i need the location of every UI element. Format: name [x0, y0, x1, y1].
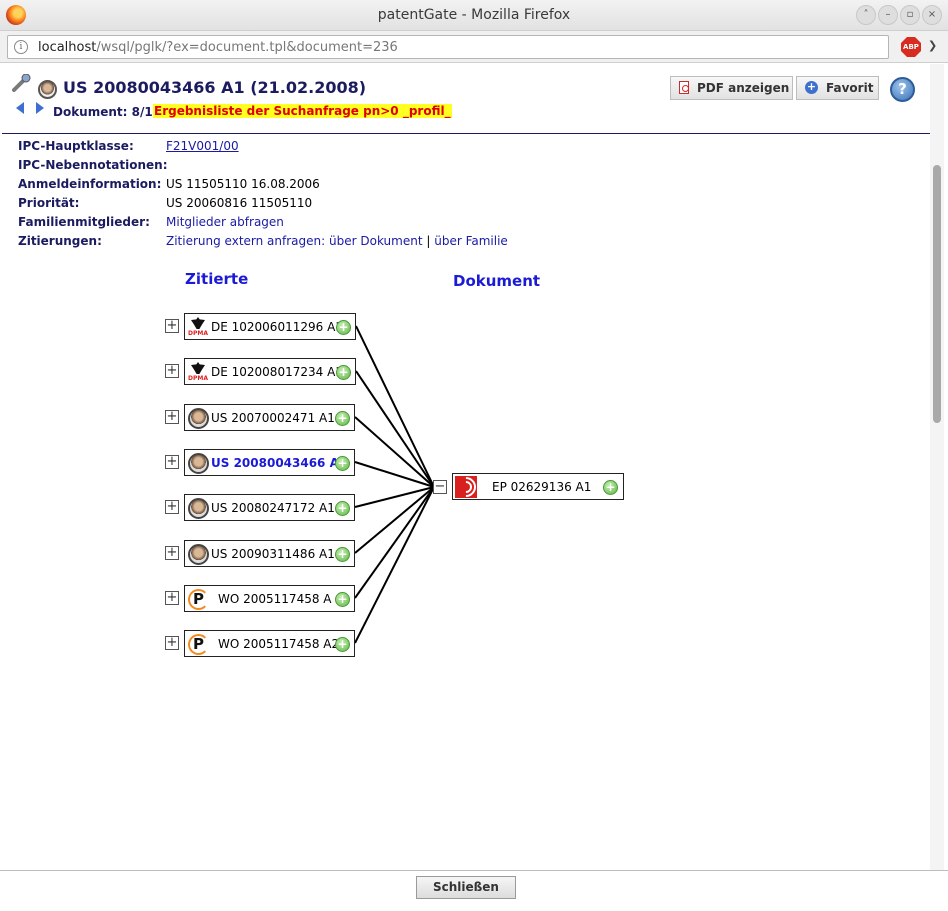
cited-document-node[interactable]: US 20080247172 A1 + — [184, 494, 355, 521]
close-button[interactable]: Schließen — [416, 876, 516, 899]
dpma-icon: DPMA — [188, 317, 208, 337]
cited-document-label: US 20080247172 A1 — [211, 501, 335, 515]
add-icon[interactable]: + — [603, 480, 618, 495]
expand-icon[interactable]: + — [165, 410, 179, 424]
uspto-seal-icon — [188, 544, 209, 565]
expand-icon[interactable]: + — [165, 364, 179, 378]
uspto-seal-icon — [188, 408, 209, 429]
add-icon[interactable]: + — [335, 547, 350, 562]
collapse-icon[interactable]: − — [433, 480, 447, 494]
add-icon[interactable]: + — [336, 320, 351, 335]
wipo-icon: P — [188, 589, 209, 610]
cited-document-node[interactable]: US 20090311486 A1 + — [184, 540, 355, 567]
cited-document-label: US 20080043466 A1 — [211, 456, 348, 470]
citation-edge — [354, 486, 435, 644]
footer-bar: Schließen — [0, 870, 948, 911]
cited-document-label: US 20070002471 A1 — [211, 411, 335, 425]
add-icon[interactable]: + — [335, 592, 350, 607]
overflow-chevron-icon[interactable]: ❯ — [928, 39, 937, 52]
scrollbar-thumb[interactable] — [933, 165, 941, 423]
url-bar[interactable]: i localhost/wsql/pglk/?ex=document.tpl&d… — [7, 35, 889, 59]
window-maximize-icon[interactable]: ▫ — [900, 5, 920, 25]
url-path: /wsql/pglk/?ex=document.tpl&document=236 — [96, 40, 398, 55]
uspto-seal-icon — [188, 498, 209, 519]
cited-document-label: US 20090311486 A1 — [211, 547, 335, 561]
adblock-icon[interactable]: ABP — [901, 37, 921, 57]
cited-document-label: WO 2005117458 A2 — [218, 637, 340, 651]
url-host: localhost — [38, 40, 97, 55]
expand-icon[interactable]: + — [165, 319, 179, 333]
expand-icon[interactable]: + — [165, 636, 179, 650]
cited-document-node[interactable]: US 20080043466 A1 + — [184, 449, 355, 476]
navigation-toolbar: i localhost/wsql/pglk/?ex=document.tpl&d… — [0, 31, 948, 63]
expand-icon[interactable]: + — [165, 455, 179, 469]
window-up-icon[interactable]: ˄ — [856, 5, 876, 25]
window-title: patentGate - Mozilla Firefox — [377, 7, 571, 23]
expand-icon[interactable]: + — [165, 546, 179, 560]
citation-edges — [354, 325, 435, 644]
window-titlebar: patentGate - Mozilla Firefox ˄ – ▫ × — [0, 0, 948, 31]
cited-document-node[interactable]: P WO 2005117458 A + — [184, 585, 355, 612]
uspto-seal-icon — [188, 453, 209, 474]
add-icon[interactable]: + — [336, 365, 351, 380]
url-text[interactable]: localhost/wsql/pglk/?ex=document.tpl&doc… — [38, 40, 398, 55]
citation-edge — [354, 461, 435, 488]
window-close-icon[interactable]: × — [922, 5, 942, 25]
add-icon[interactable]: + — [335, 456, 350, 471]
page-content: US 20080043466 A1 (21.02.2008) Dokument:… — [2, 64, 930, 870]
expand-icon[interactable]: + — [165, 591, 179, 605]
target-document-label: EP 02629136 A1 — [492, 480, 592, 494]
expand-icon[interactable]: + — [165, 500, 179, 514]
cited-document-node[interactable]: P WO 2005117458 A2 + — [184, 630, 355, 657]
cited-document-label: DE 102006011296 A1 — [211, 320, 343, 334]
cited-document-label: WO 2005117458 A — [218, 592, 332, 606]
cited-document-node[interactable]: DPMA DE 102006011296 A1 + — [184, 313, 356, 340]
cited-document-node[interactable]: US 20070002471 A1 + — [184, 404, 355, 431]
window-minimize-icon[interactable]: – — [878, 5, 898, 25]
cited-document-label: DE 102008017234 A1 — [211, 365, 343, 379]
add-icon[interactable]: + — [335, 501, 350, 516]
wipo-icon: P — [188, 634, 209, 655]
add-icon[interactable]: + — [335, 637, 350, 652]
dpma-icon: DPMA — [188, 362, 208, 382]
epo-icon — [451, 472, 481, 502]
cited-document-node[interactable]: DPMA DE 102008017234 A1 + — [184, 358, 356, 385]
citation-edge — [355, 325, 435, 488]
add-icon[interactable]: + — [335, 411, 350, 426]
target-document-node[interactable]: EP 02629136 A1 + — [451, 472, 624, 502]
info-icon[interactable]: i — [14, 40, 28, 54]
